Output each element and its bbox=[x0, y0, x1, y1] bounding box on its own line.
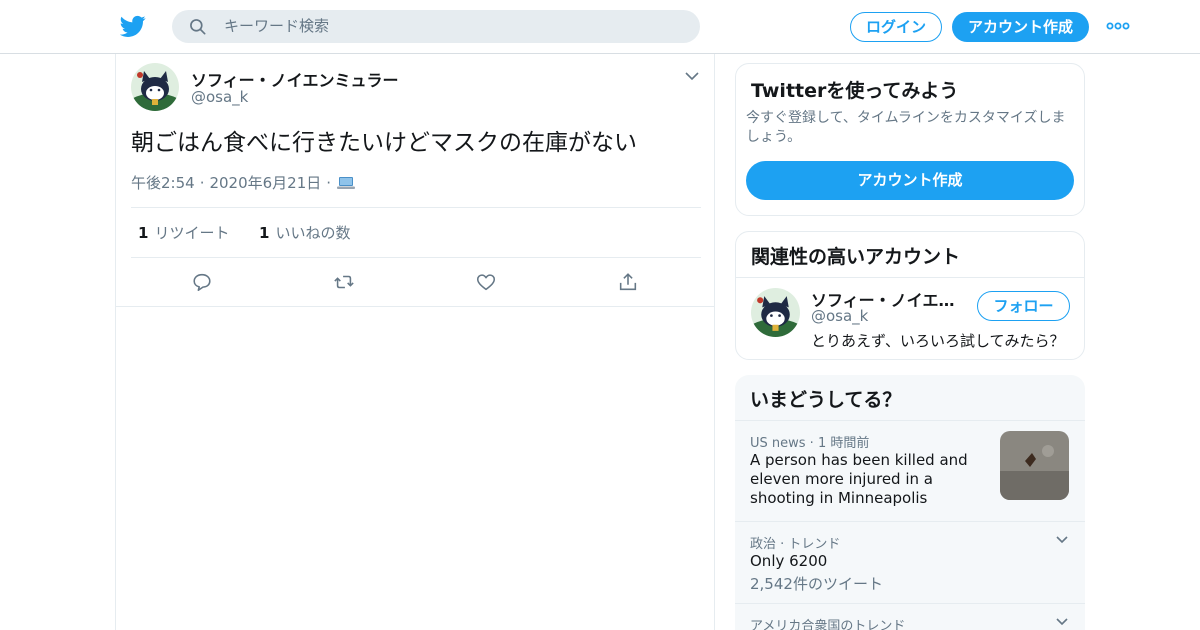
tweet-date[interactable]: 2020年6月21日 bbox=[209, 172, 321, 193]
related-accounts-title: 関連性の高いアカウント bbox=[751, 246, 961, 268]
signup-card: Twitterを使ってみよう 今すぐ登録して、タイムラインをカスタマイズしましょ… bbox=[735, 63, 1085, 216]
divider bbox=[735, 420, 1085, 421]
tweet-detail: ソフィー・ノイエンミュラー @osa_k 朝ごはん食べに行きたいけどマスクの在庫… bbox=[115, 54, 715, 630]
divider bbox=[116, 306, 714, 307]
twitter-logo-icon[interactable] bbox=[120, 13, 146, 39]
tweet-stats: 1 リツイート 1 いいねの数 bbox=[138, 222, 350, 243]
trends-panel: いまどうしてる？ US news · 1 時間前 A person has be… bbox=[735, 375, 1085, 630]
signup-card-button[interactable]: アカウント作成 bbox=[746, 161, 1074, 200]
related-account-bio: とりあえず、いろいろ試してみたら？ bbox=[811, 332, 1065, 350]
search-bar[interactable]: キーワード検索 bbox=[172, 10, 700, 43]
divider bbox=[131, 257, 701, 258]
trend-headline: Only 6200 bbox=[750, 552, 828, 570]
related-account-handle[interactable]: @osa_k bbox=[811, 307, 868, 325]
chevron-down-icon[interactable] bbox=[1055, 617, 1069, 627]
tweet-time[interactable]: 午後2:54 bbox=[131, 172, 195, 193]
meta-separator: · bbox=[199, 173, 205, 192]
author-handle[interactable]: @osa_k bbox=[191, 88, 248, 106]
divider bbox=[131, 207, 701, 208]
avatar[interactable] bbox=[751, 288, 800, 337]
reply-icon[interactable] bbox=[191, 271, 213, 293]
follow-button[interactable]: フォロー bbox=[977, 291, 1070, 321]
signup-button[interactable]: アカウント作成 bbox=[952, 12, 1089, 42]
cat-avatar-icon bbox=[131, 63, 179, 111]
search-icon bbox=[190, 19, 206, 35]
trends-title: いまどうしてる？ bbox=[750, 389, 902, 411]
top-bar: キーワード検索 ログイン アカウント作成 bbox=[0, 0, 1200, 54]
trend-meta: US news · 1 時間前 bbox=[750, 436, 870, 451]
like-stat[interactable]: 1 いいねの数 bbox=[259, 224, 350, 242]
search-input[interactable]: キーワード検索 bbox=[224, 17, 329, 36]
trend-meta: 政治 · トレンド bbox=[750, 537, 841, 552]
chevron-down-icon[interactable] bbox=[1055, 535, 1069, 545]
divider bbox=[735, 603, 1085, 604]
tweet-text: 朝ごはん食べに行きたいけどマスクの在庫がない bbox=[131, 130, 637, 156]
trend-headline: A person has been killed and eleven more… bbox=[750, 451, 968, 507]
retweet-icon[interactable] bbox=[333, 271, 355, 293]
divider bbox=[735, 521, 1085, 522]
laptop-icon bbox=[337, 176, 356, 189]
more-options-icon[interactable] bbox=[1106, 20, 1130, 32]
login-button[interactable]: ログイン bbox=[850, 12, 942, 42]
cat-avatar-icon bbox=[751, 288, 800, 337]
trend-count: 2,542件のツイート bbox=[750, 575, 883, 593]
related-accounts-card: 関連性の高いアカウント ソフィー・ノイエンミュラー @osa_k フォロー とり… bbox=[735, 231, 1085, 360]
tweet-meta: 午後2:54 · 2020年6月21日 · bbox=[131, 172, 356, 193]
trend-meta: アメリカ合衆国のトレンド bbox=[750, 619, 906, 630]
signup-card-description: 今すぐ登録して、タイムラインをカスタマイズしましょう。 bbox=[746, 110, 1066, 145]
news-thumbnail bbox=[1000, 431, 1069, 500]
share-icon[interactable] bbox=[617, 271, 639, 293]
divider bbox=[736, 277, 1084, 278]
retweet-stat[interactable]: 1 リツイート bbox=[138, 224, 229, 242]
like-icon[interactable] bbox=[475, 271, 497, 293]
avatar[interactable] bbox=[131, 63, 179, 111]
chevron-down-icon[interactable] bbox=[684, 70, 700, 82]
signup-card-title: Twitterを使ってみよう bbox=[751, 80, 959, 102]
meta-separator: · bbox=[326, 173, 332, 192]
